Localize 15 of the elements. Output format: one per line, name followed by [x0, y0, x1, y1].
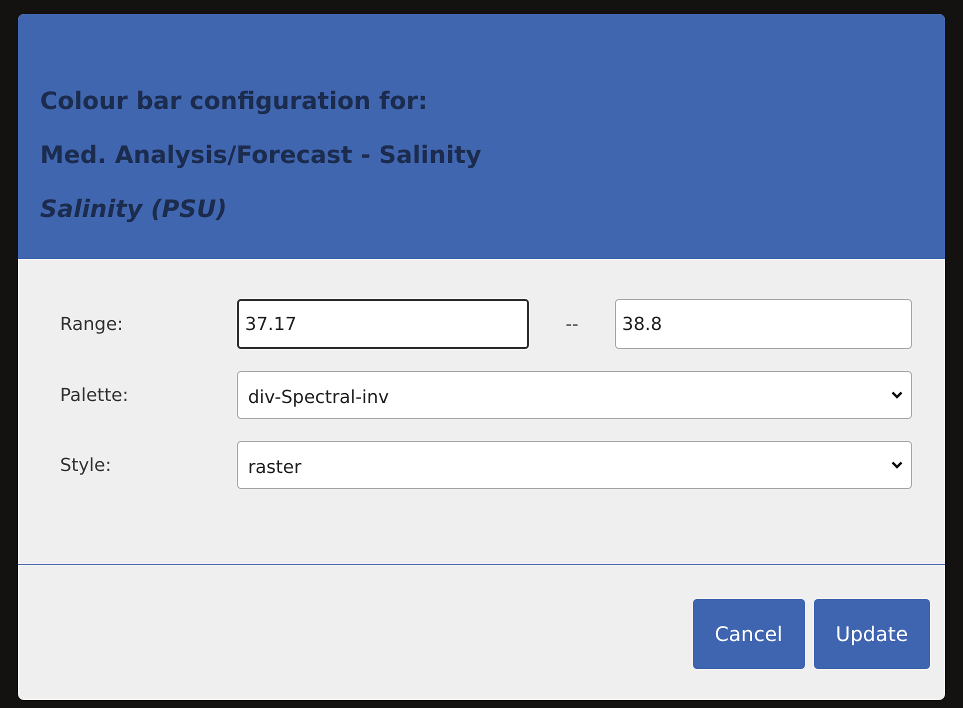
dialog-subtitle: Salinity (PSU): [40, 194, 228, 225]
range-separator: --: [566, 314, 578, 334]
dropdown[interactable]: raster: [237, 441, 912, 489]
chevron-icon: [891, 391, 903, 399]
dropdown[interactable]: div-Spectral-inv: [237, 371, 912, 419]
dialog-button[interactable]: Cancel: [692, 599, 805, 669]
input-field[interactable]: 37.17: [237, 299, 529, 349]
dialog-button[interactable]: Update: [814, 599, 930, 669]
dialog-title: Colour bar configuration for:: [40, 86, 428, 117]
input-field[interactable]: 38.8: [615, 299, 912, 349]
field-label: Range:: [60, 314, 124, 334]
chevron-icon: [891, 461, 903, 469]
field-label: Palette:: [60, 384, 128, 406]
dialog-title: Med. Analysis/Forecast - Salinity: [40, 140, 482, 171]
field-label: Style:: [60, 454, 112, 476]
